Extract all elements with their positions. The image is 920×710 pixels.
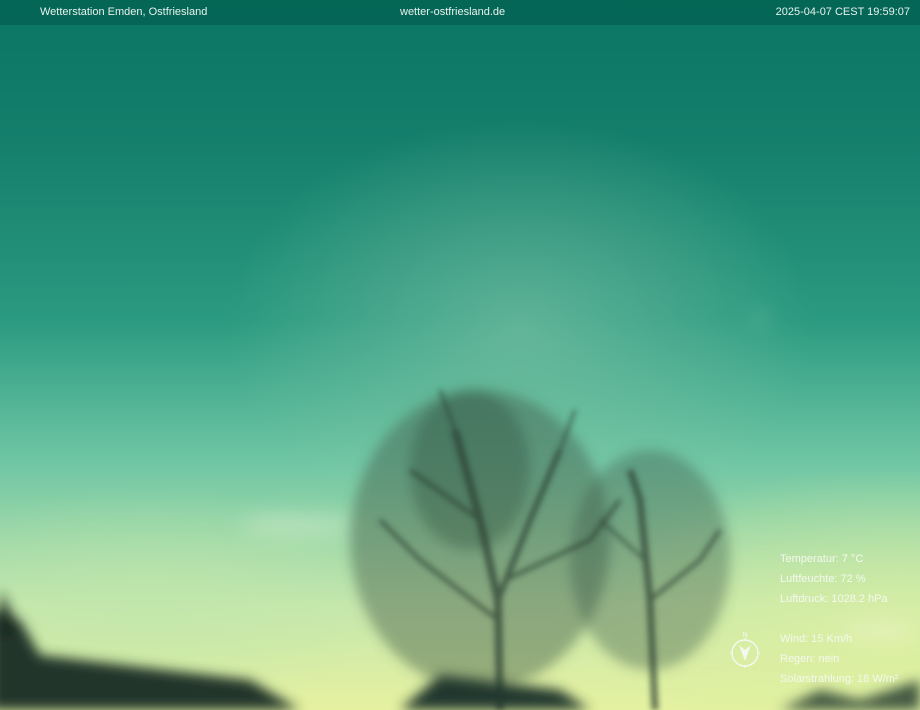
- header-bar: Wetterstation Emden, Ostfriesland wetter…: [0, 0, 920, 25]
- rain-reading: Regen: nein: [780, 653, 840, 665]
- timestamp: 2025-04-07 CEST 19:59:07: [775, 6, 910, 18]
- station-name: Wetterstation Emden, Ostfriesland: [40, 6, 208, 18]
- humidity-reading: Luftfeuchte: 72 %: [780, 573, 866, 585]
- wind-arrow-icon: [739, 645, 751, 661]
- website-link[interactable]: wetter-ostfriesland.de: [400, 6, 505, 18]
- compass-north-label: N: [742, 632, 747, 639]
- compass-wind-direction-icon: N: [728, 630, 762, 670]
- tree-silhouette: [350, 390, 730, 690]
- temperature-reading: Temperatur: 7 °C: [780, 553, 864, 565]
- solar-reading: Solarstrahlung: 18 W/m²: [780, 673, 899, 685]
- wind-reading: Wind: 15 Km/h: [780, 633, 853, 645]
- weather-readouts: Temperatur: 7 °C Luftfeuchte: 72 % Luftd…: [780, 549, 920, 689]
- pressure-reading: Luftdruck: 1028.2 hPa: [780, 593, 888, 605]
